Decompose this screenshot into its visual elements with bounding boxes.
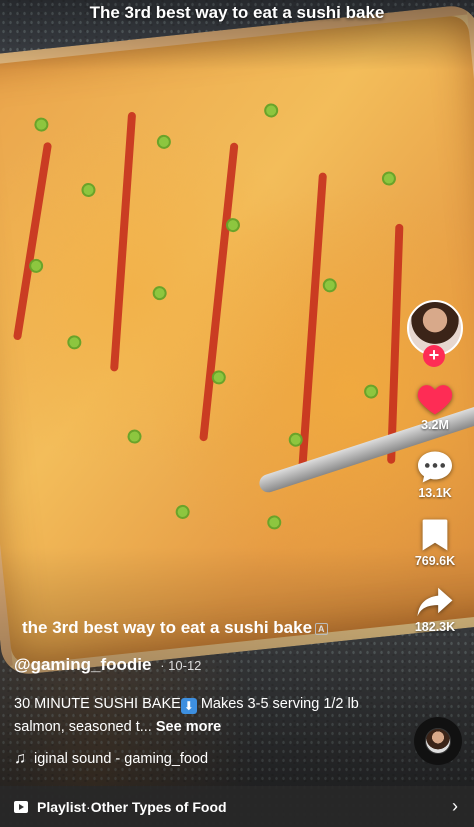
like-count: 3.2M (421, 418, 449, 432)
sound-row[interactable]: ♫ iginal sound - gaming_food (14, 750, 208, 768)
sound-disc-avatar (426, 729, 450, 753)
save-count: 769.6K (414, 554, 456, 568)
video-title-text: the 3rd best way to eat a sushi bake (22, 618, 313, 637)
video-description[interactable]: 30 MINUTE SUSHI BAKE ⬇ Makes 3-5 serving … (14, 693, 364, 739)
like-button[interactable]: 3.2M (404, 382, 466, 432)
comment-button[interactable]: 13.1K (404, 450, 466, 500)
playlist-name: Other Types of Food (90, 798, 227, 815)
caption-badge-icon: A (315, 622, 328, 635)
sound-disc[interactable] (414, 717, 462, 765)
comment-icon (404, 450, 466, 484)
music-note-icon: ♫ (14, 750, 26, 767)
author-handle[interactable]: @gaming_foodie (14, 655, 151, 674)
share-count: 182.3K (414, 620, 456, 634)
sound-name: iginal sound - gaming_food (34, 751, 209, 767)
author-row: @gaming_foodie · 10-12 (14, 655, 201, 675)
see-more-link[interactable]: See more (156, 719, 221, 735)
share-arrow-icon (404, 586, 466, 618)
playlist-label: Playlist (37, 798, 87, 815)
post-date: · 10-12 (160, 658, 202, 673)
share-button[interactable]: 182.3K (404, 586, 466, 634)
video-title: the 3rd best way to eat a sushi bake A (22, 618, 328, 638)
chevron-right-icon: › (452, 796, 458, 816)
heart-icon (404, 382, 466, 416)
playlist-bar[interactable]: Playlist · Other Types of Food › (0, 786, 474, 827)
bookmark-icon (404, 518, 466, 552)
action-rail: + 3.2M 13.1K 769.6K 182.3K (404, 300, 466, 634)
down-arrow-emoji-icon: ⬇ (180, 698, 197, 714)
follow-plus-icon[interactable]: + (423, 345, 445, 367)
playlist-icon (14, 800, 28, 813)
save-button[interactable]: 769.6K (404, 518, 466, 568)
creator-avatar[interactable]: + (407, 300, 463, 367)
comment-count: 13.1K (418, 486, 452, 500)
description-part-1: 30 MINUTE SUSHI BAKE (14, 696, 181, 712)
overlay-caption: The 3rd best way to eat a sushi bake (89, 3, 385, 22)
